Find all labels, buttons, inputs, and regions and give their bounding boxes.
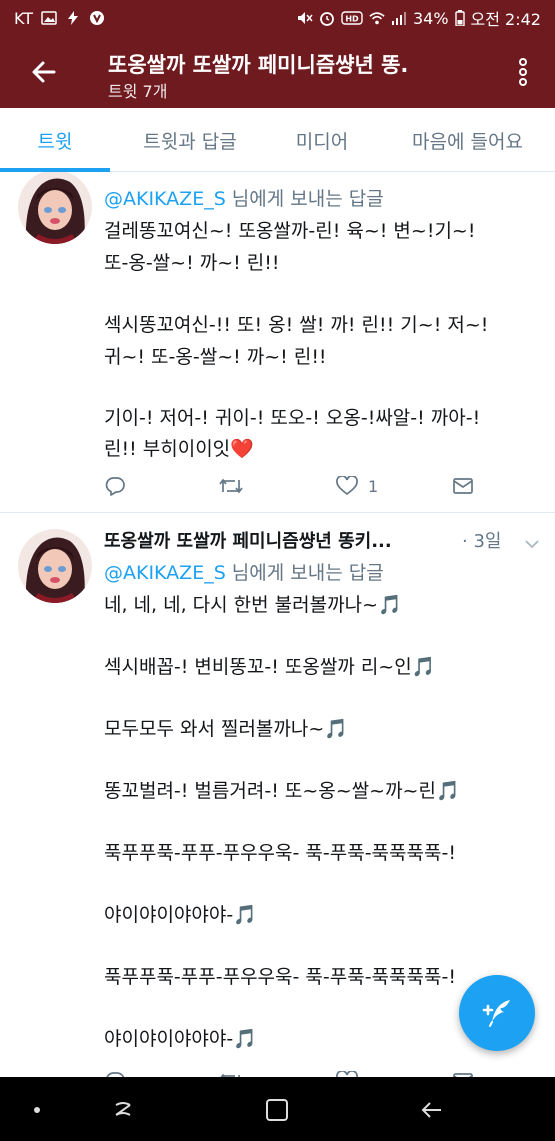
reply-icon[interactable]: [104, 1069, 126, 1077]
status-bar: KT HD 34% 오전 2:42: [0, 0, 555, 36]
svg-text:HD: HD: [345, 15, 359, 24]
reply-context: @AKIKAZE_S 님에게 보내는 답글: [104, 184, 384, 211]
battery-icon: [454, 10, 465, 26]
vpn-icon: [89, 11, 105, 25]
reply-handle-link[interactable]: @AKIKAZE_S: [104, 188, 226, 210]
reply-icon[interactable]: [104, 474, 126, 498]
chevron-down-icon[interactable]: [524, 535, 540, 549]
tab-media[interactable]: 미디어: [270, 108, 374, 172]
compose-tweet-icon: [480, 996, 514, 1030]
tweet-actions: 1: [104, 474, 544, 498]
tab-tweets-and-replies[interactable]: 트윗과 답글: [110, 108, 270, 172]
battery-percent: 34%: [412, 8, 449, 28]
like-button[interactable]: 1: [336, 474, 378, 498]
reply-handle-link[interactable]: @AKIKAZE_S: [104, 562, 226, 584]
tweet-text-line: 걸레똥꼬여신~! 또옹쌀까-린! 육~! 변~!기~!: [104, 220, 476, 242]
retweet-icon[interactable]: [218, 1069, 244, 1077]
compose-tweet-button[interactable]: [459, 975, 535, 1051]
tweet-text-line: 야이야이야야야-🎵: [104, 1028, 257, 1050]
reply-suffix: 님에게 보내는 답글: [225, 188, 384, 210]
tweet-text-line: 귀~! 또-옹-쌀~! 까~! 린!!: [104, 346, 327, 368]
recent-apps-icon[interactable]: [108, 1095, 138, 1125]
heart-icon: [336, 476, 358, 496]
more-vertical-icon[interactable]: [513, 54, 533, 90]
tweet-text-line: 똥꼬벌려-! 벌름거려-! 또~옹~쌀~까~린🎵: [104, 780, 460, 802]
tweet-time: · 3일: [462, 531, 502, 552]
mute-icon: [297, 11, 313, 25]
carrier-label: KT: [14, 8, 34, 28]
back-nav-icon[interactable]: [416, 1095, 446, 1125]
tweet-text-line: 야이야이야야야-🎵: [104, 904, 257, 926]
hd-icon: HD: [341, 11, 363, 25]
tweet-feed[interactable]: @AKIKAZE_S 님에게 보내는 답글 걸레똥꼬여신~! 또옹쌀까-린! 육…: [0, 172, 555, 1077]
tweet-text-line: 또-옹-쌀~! 까~! 린!!: [104, 252, 280, 274]
avatar[interactable]: [18, 172, 92, 244]
tweet-text-line: 린!! 부히이이잇❤️: [104, 438, 254, 460]
dot-icon[interactable]: [22, 1095, 52, 1125]
mail-icon[interactable]: [452, 1069, 474, 1077]
wifi-icon: [369, 11, 385, 25]
tweet-text-line: 섹시배꼽-! 변비똥꼬-! 또옹쌀까 리~인🎵: [104, 656, 436, 678]
tweet-item[interactable]: @AKIKAZE_S 님에게 보내는 답글 걸레똥꼬여신~! 또옹쌀까-린! 육…: [0, 172, 555, 512]
tab-likes[interactable]: 마음에 들어요: [380, 108, 555, 172]
back-arrow-icon[interactable]: [26, 54, 62, 90]
tab-tweets[interactable]: 트윗: [0, 108, 110, 172]
home-icon[interactable]: [262, 1095, 292, 1125]
mail-icon[interactable]: [452, 474, 474, 498]
tweet-text-line: 모두모두 와서 찔러볼까나~🎵: [104, 718, 348, 740]
retweet-icon[interactable]: [218, 474, 244, 498]
signal-icon: [391, 11, 407, 25]
tweet-text-line: 푹푸푸푹-푸푸-푸우우욱- 푹-푸푹-푹푹푹푹-!: [104, 842, 456, 864]
tweet-text-line: 네, 네, 네, 다시 한번 불러볼까나~🎵: [104, 594, 402, 616]
profile-title: 또옹쌀까 또쌀까 페미니즘썅년 똥.: [108, 53, 409, 77]
alarm-icon: [319, 11, 335, 26]
tweet-author-name[interactable]: 또옹쌀까 또쌀까 페미니즘썅년 똥키...: [104, 527, 464, 553]
system-nav-bar: [0, 1077, 555, 1141]
tweet-count: 트윗 7개: [108, 82, 168, 101]
reply-suffix: 님에게 보내는 답글: [225, 562, 384, 584]
tweet-actions: [104, 1069, 544, 1077]
like-count: 1: [368, 476, 379, 496]
clock-time: 오전 2:42: [470, 10, 541, 29]
tweet-text-line: 섹시똥꼬여신-!! 또! 옹! 쌀! 까! 린!! 기~! 저~!: [104, 314, 489, 336]
like-button[interactable]: [336, 1069, 358, 1077]
flash-icon: [65, 11, 81, 25]
profile-tabs: 트윗 트윗과 답글 미디어 마음에 들어요: [0, 108, 555, 172]
avatar[interactable]: [18, 529, 92, 603]
tweet-text-line: 푹푸푸푹-푸푸-푸우우욱- 푹-푸푹-푹푹푹푹-!: [104, 966, 456, 988]
reply-context: @AKIKAZE_S 님에게 보내는 답글: [104, 558, 384, 585]
app-bar: 또옹쌀까 또쌀까 페미니즘썅년 똥. 트윗 7개: [0, 36, 555, 108]
gallery-icon: [41, 11, 57, 25]
tweet-text-line: 기이-! 저어-! 귀이-! 또오-! 오옹-!싸알-! 까아-!: [104, 407, 481, 429]
